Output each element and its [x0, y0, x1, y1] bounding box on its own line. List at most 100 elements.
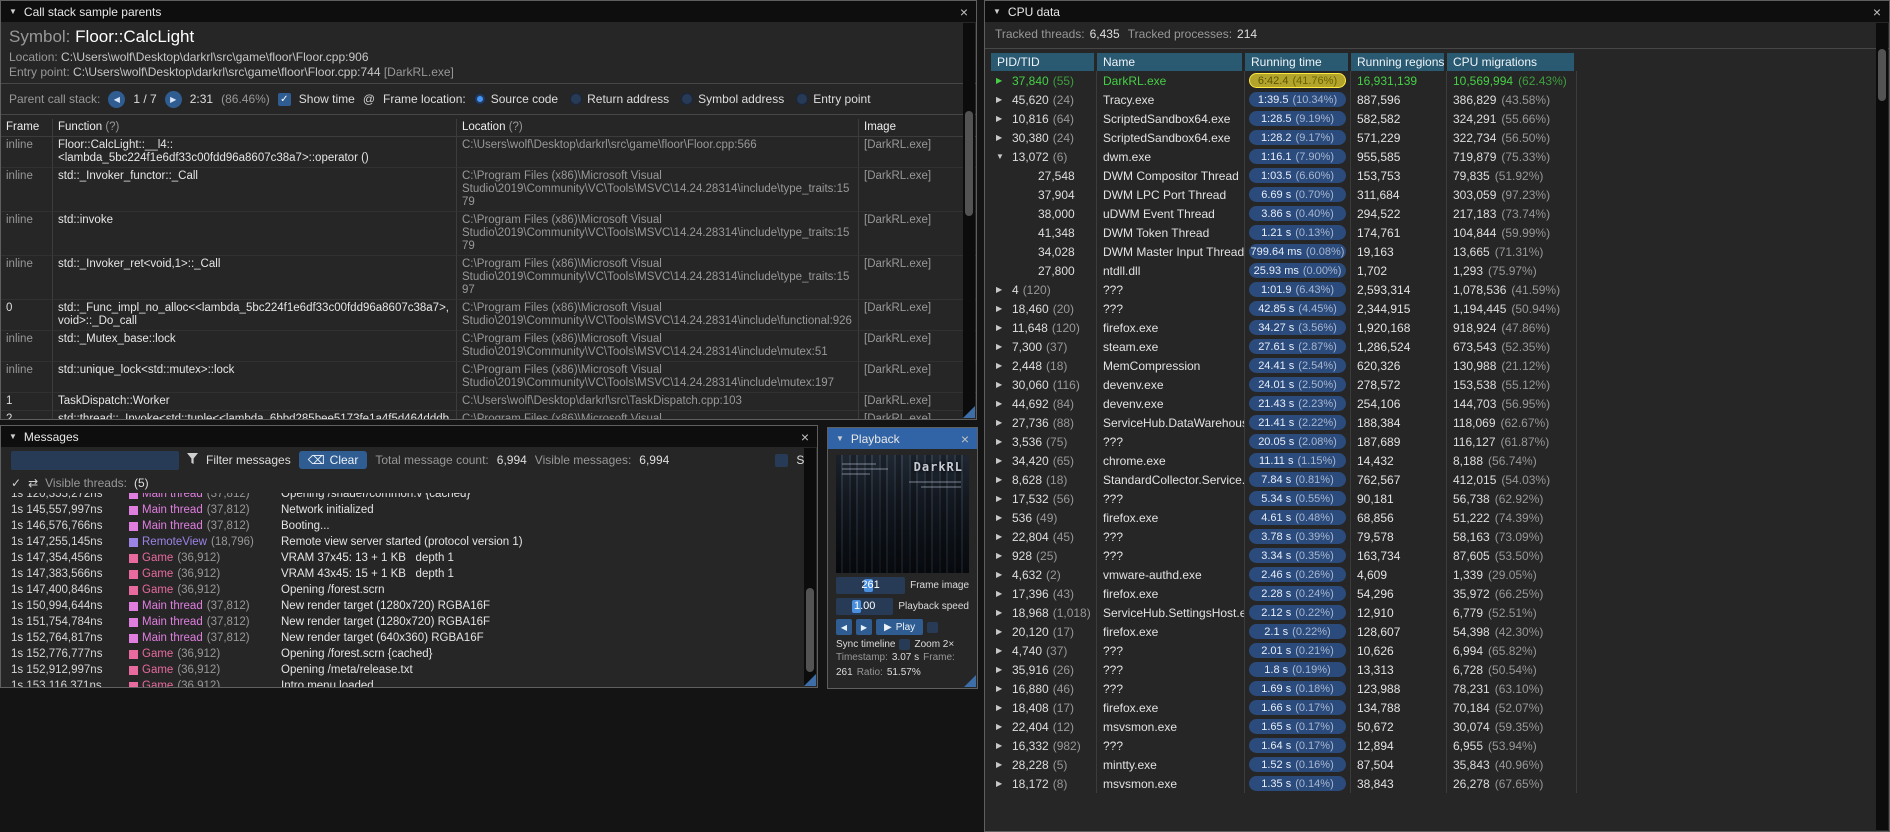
- callstack-table-row[interactable]: inline Floor::CalcLight::__l4::<lambda_5…: [1, 137, 976, 168]
- frame-location-radio[interactable]: Entry point: [796, 92, 871, 106]
- check-icon[interactable]: ✓: [11, 476, 21, 490]
- expand-icon[interactable]: ▶: [996, 361, 1008, 370]
- cpu-table-row[interactable]: ▶ 18,968 (1,018) ServiceHub.SettingsHost.e…: [991, 603, 1889, 622]
- expand-icon[interactable]: ▶: [996, 114, 1008, 123]
- expand-icon[interactable]: ▶: [996, 475, 1008, 484]
- expand-icon[interactable]: ▶: [996, 532, 1008, 541]
- cpu-table-row[interactable]: ▶ 27,736 (88) ServiceHub.DataWarehouse 21.…: [991, 413, 1889, 432]
- cpu-running-time-bar[interactable]: 1:28.5 (9.19%): [1249, 111, 1346, 126]
- cpu-running-time-bar[interactable]: 6.69 s (0.70%): [1249, 187, 1346, 202]
- cpu-table-row[interactable]: 27,800 ntdll.dll 25.93 ms (0.00%) 1,702 1…: [991, 261, 1889, 280]
- message-row[interactable]: 1s 153,116,371ns Game (36,912) Intro menu…: [1, 678, 817, 687]
- callstack-titlebar[interactable]: ▼ Call stack sample parents ×: [1, 1, 976, 22]
- cpu-running-time-bar[interactable]: 24.01 s (2.50%): [1249, 377, 1346, 392]
- cpu-running-time-bar[interactable]: 42.85 s (4.45%): [1249, 301, 1346, 316]
- col-frame[interactable]: Frame: [1, 119, 53, 137]
- cpu-table-row[interactable]: ▶ 18,460 (20) ??? 42.85 s (4.45%) 2,344,915…: [991, 299, 1889, 318]
- show-time-checkbox[interactable]: ✓: [277, 92, 291, 106]
- cpu-table-row[interactable]: ▶ 8,628 (18) StandardCollector.Service.e 7…: [991, 470, 1889, 489]
- cpu-running-time-bar[interactable]: 27.61 s (2.87%): [1249, 339, 1346, 354]
- callstack-table-row[interactable]: 1 TaskDispatch::Worker C:\Users\wolf\Des…: [1, 393, 976, 411]
- cpu-table-row[interactable]: ▶ 17,396 (43) firefox.exe 2.28 s (0.24%) 54…: [991, 584, 1889, 603]
- speed-slider[interactable]: 1.00: [836, 598, 894, 615]
- shuffle-icon[interactable]: ⇄: [28, 476, 38, 490]
- cpu-running-time-bar[interactable]: 11.11 s (1.15%): [1249, 453, 1346, 468]
- expand-icon[interactable]: ▶: [996, 627, 1008, 636]
- cpu-running-time-bar[interactable]: 21.43 s (2.23%): [1249, 396, 1346, 411]
- message-row[interactable]: 1s 146,576,766ns Main thread (37,812) Boo…: [1, 518, 817, 534]
- resize-grip[interactable]: [963, 406, 975, 418]
- expand-icon[interactable]: ▶: [996, 741, 1008, 750]
- cpu-table-row[interactable]: ▶ 18,172 (8) msvsmon.exe 1.35 s (0.14%) 38,…: [991, 774, 1889, 793]
- cpu-running-time-bar[interactable]: 1:16.1 (7.90%): [1249, 149, 1346, 164]
- cpu-table-row[interactable]: ▶ 16,880 (46) ??? 1.69 s (0.18%) 123,988 78…: [991, 679, 1889, 698]
- cpu-table-row[interactable]: ▶ 22,404 (12) msvsmon.exe 1.65 s (0.17%) 50…: [991, 717, 1889, 736]
- callstack-table-row[interactable]: 2 std::thread::_Invoke<std::tuple<<lambd…: [1, 411, 976, 419]
- cpu-running-time-bar[interactable]: 3.78 s (0.39%): [1249, 529, 1346, 544]
- cpu-scrollbar[interactable]: [1876, 23, 1888, 830]
- cpu-table-row[interactable]: ▶ 44,692 (84) devenv.exe 21.43 s (2.23%) 25…: [991, 394, 1889, 413]
- frame-location-radio[interactable]: Return address: [570, 92, 669, 106]
- expand-icon[interactable]: ▶: [996, 380, 1008, 389]
- cpu-table-row[interactable]: ▶ 16,332 (982) ??? 1.64 s (0.17%) 12,894 6,…: [991, 736, 1889, 755]
- expand-icon[interactable]: ▶: [996, 722, 1008, 731]
- expand-icon[interactable]: ▶: [996, 608, 1008, 617]
- expand-icon[interactable]: ▶: [996, 323, 1008, 332]
- next-parent-button[interactable]: ▶: [164, 90, 182, 108]
- close-icon[interactable]: ×: [960, 5, 968, 19]
- cpu-table-row[interactable]: ▶ 17,532 (56) ??? 5.34 s (0.55%) 90,181 56,…: [991, 489, 1889, 508]
- scrollbar-thumb[interactable]: [1878, 49, 1886, 101]
- cpu-running-time-bar[interactable]: 4.61 s (0.48%): [1249, 510, 1346, 525]
- message-row[interactable]: 1s 152,764,817ns Main thread (37,812) New…: [1, 630, 817, 646]
- expand-icon[interactable]: ▶: [996, 285, 1008, 294]
- expand-icon[interactable]: ▶: [996, 513, 1008, 522]
- expand-icon[interactable]: ▶: [996, 342, 1008, 351]
- expand-icon[interactable]: ▶: [996, 133, 1008, 142]
- cpu-running-time-bar[interactable]: 1.64 s (0.17%): [1249, 738, 1346, 753]
- cpu-table-row[interactable]: ▶ 37,840 (55) DarkRL.exe 6:42.4 (41.76%) 16…: [991, 71, 1889, 90]
- expand-icon[interactable]: ▶: [996, 665, 1008, 674]
- expand-icon[interactable]: ▶: [996, 456, 1008, 465]
- cpu-table-row[interactable]: ▶ 11,648 (120) firefox.exe 34.27 s (3.56%) …: [991, 318, 1889, 337]
- expand-icon[interactable]: ▼: [996, 152, 1008, 161]
- cpu-table-row[interactable]: 27,548 DWM Compositor Thread 1:03.5 (6.60…: [991, 166, 1889, 185]
- expand-icon[interactable]: ▶: [996, 589, 1008, 598]
- resize-grip[interactable]: [964, 675, 976, 687]
- cpu-table-row[interactable]: ▶ 4,632 (2) vmware-authd.exe 2.46 s (0.26%)…: [991, 565, 1889, 584]
- cpu-table-row[interactable]: ▶ 7,300 (37) steam.exe 27.61 s (2.87%) 1,28…: [991, 337, 1889, 356]
- prev-parent-button[interactable]: ◀: [108, 90, 126, 108]
- cpu-running-time-bar[interactable]: 7.84 s (0.81%): [1249, 472, 1346, 487]
- sync-timeline-checkbox[interactable]: [927, 621, 939, 633]
- cpu-running-time-bar[interactable]: 799.64 ms (0.08%): [1249, 244, 1346, 259]
- radio-circle[interactable]: [473, 93, 486, 105]
- message-row[interactable]: 1s 152,776,777ns Game (36,912) Opening /f…: [1, 646, 817, 662]
- cpu-running-time-bar[interactable]: 1:01.9 (6.43%): [1249, 282, 1346, 297]
- callstack-table-row[interactable]: inline std::unique_lock<std::mutex>::loc…: [1, 362, 976, 393]
- cpu-running-time-bar[interactable]: 1:03.5 (6.60%): [1249, 168, 1346, 183]
- cpu-table-row[interactable]: ▶ 28,228 (5) mintty.exe 1.52 s (0.16%) 87,5…: [991, 755, 1889, 774]
- cpu-table-row[interactable]: ▶ 35,916 (26) ??? 1.8 s (0.19%) 13,313 6,72…: [991, 660, 1889, 679]
- callstack-table-row[interactable]: inline std::_Mutex_base::lock C:\Program…: [1, 331, 976, 362]
- cpu-running-time-bar[interactable]: 3.34 s (0.35%): [1249, 548, 1346, 563]
- cpu-table-row[interactable]: ▶ 30,380 (24) ScriptedSandbox64.exe 1:28.2…: [991, 128, 1889, 147]
- message-row[interactable]: 1s 147,354,456ns Game (36,912) VRAM 37x45…: [1, 550, 817, 566]
- cpu-running-time-bar[interactable]: 2.01 s (0.21%): [1249, 643, 1346, 658]
- cpu-running-time-bar[interactable]: 2.12 s (0.22%): [1249, 605, 1346, 620]
- expand-icon[interactable]: ▶: [996, 437, 1008, 446]
- play-button[interactable]: ▶ Play: [876, 619, 924, 635]
- expand-icon[interactable]: ▶: [996, 779, 1008, 788]
- cpu-running-time-bar[interactable]: 1.66 s (0.17%): [1249, 700, 1346, 715]
- collapse-icon[interactable]: ▼: [9, 7, 17, 16]
- filter-input[interactable]: [11, 450, 179, 470]
- expand-icon[interactable]: ▶: [996, 76, 1008, 85]
- cpu-running-time-bar[interactable]: 1.65 s (0.17%): [1249, 719, 1346, 734]
- cpu-table-row[interactable]: 38,000 uDWM Event Thread 3.86 s (0.40%) 2…: [991, 204, 1889, 223]
- expand-icon[interactable]: ▶: [996, 646, 1008, 655]
- col-pid[interactable]: PID/TID: [991, 53, 1094, 71]
- cpu-running-time-bar[interactable]: 1.35 s (0.14%): [1249, 776, 1346, 791]
- cpu-table-row[interactable]: ▶ 2,448 (18) MemCompression 24.41 s (2.54%)…: [991, 356, 1889, 375]
- expand-icon[interactable]: ▶: [996, 399, 1008, 408]
- cpu-running-time-bar[interactable]: 1.21 s (0.13%): [1249, 225, 1346, 240]
- cpu-running-time-bar[interactable]: 2.28 s (0.24%): [1249, 586, 1346, 601]
- cpu-titlebar[interactable]: ▼ CPU data ×: [985, 1, 1889, 22]
